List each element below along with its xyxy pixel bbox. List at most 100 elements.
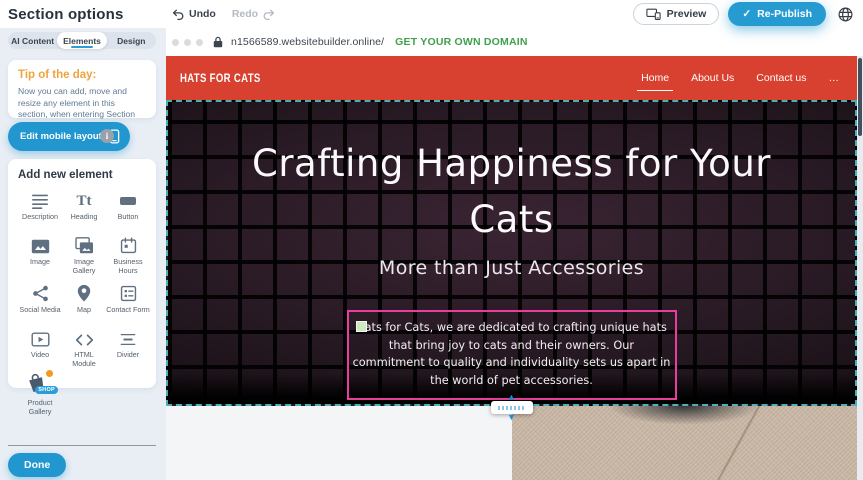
hero-heading[interactable]: Crafting Happiness for Your Cats bbox=[252, 136, 772, 247]
text-lines-icon bbox=[30, 189, 50, 209]
heading-icon: Tt bbox=[77, 189, 92, 209]
add-element-social-media[interactable]: Social Media bbox=[18, 282, 62, 320]
redo-icon bbox=[262, 8, 275, 21]
edit-mobile-label: Edit mobile layout bbox=[20, 131, 102, 142]
preview-button[interactable]: Preview bbox=[633, 3, 720, 25]
redo-button[interactable]: Redo bbox=[232, 8, 275, 21]
arrow-up-icon: ▲ bbox=[507, 394, 516, 401]
window-dot-icon bbox=[172, 39, 179, 46]
cell-label: Business Hours bbox=[106, 257, 150, 275]
nav-contact-us[interactable]: Contact us bbox=[756, 72, 806, 84]
info-icon[interactable]: i bbox=[100, 129, 114, 143]
tab-design[interactable]: Design bbox=[107, 32, 156, 49]
hero-subheading[interactable]: More than Just Accessories bbox=[379, 257, 644, 279]
add-element-html-module[interactable]: HTML Module bbox=[62, 327, 106, 368]
shop-badge: SHOP bbox=[35, 386, 58, 394]
add-element-image[interactable]: Image bbox=[18, 234, 62, 275]
page-title: Section options bbox=[8, 6, 124, 23]
site-header: HATS FOR CATS Home About Us Contact us … bbox=[166, 56, 857, 100]
carpet-photo bbox=[512, 406, 857, 480]
hero-paragraph: Hats for Cats, we are dedicated to craft… bbox=[353, 319, 671, 389]
window-dot-icon bbox=[184, 39, 191, 46]
undo-label: Undo bbox=[189, 8, 216, 20]
add-element-video[interactable]: Video bbox=[18, 327, 62, 368]
undo-icon bbox=[172, 8, 185, 21]
add-element-description[interactable]: Description bbox=[18, 189, 62, 227]
undo-redo-group: Undo Redo bbox=[172, 0, 275, 28]
add-element-map[interactable]: Map bbox=[62, 282, 106, 320]
cell-label: Map bbox=[77, 305, 91, 314]
element-drag-handle[interactable] bbox=[356, 321, 367, 332]
add-element-grid: Description Tt Heading Button Image Imag… bbox=[18, 189, 150, 416]
check-icon: ✓ bbox=[742, 8, 751, 20]
get-domain-link[interactable]: GET YOUR OWN DOMAIN bbox=[395, 36, 528, 48]
nav-about-us[interactable]: About Us bbox=[691, 72, 734, 84]
cell-label: Image Gallery bbox=[62, 257, 106, 275]
add-new-element-card: Add new element Description Tt Heading B… bbox=[8, 159, 156, 388]
cell-label: Divider bbox=[117, 350, 139, 359]
new-badge-icon bbox=[45, 369, 54, 378]
topbar-actions: Preview ✓ Re-Publish bbox=[633, 0, 855, 28]
site-nav: Home About Us Contact us … bbox=[641, 56, 839, 100]
preview-label: Preview bbox=[667, 8, 707, 20]
website-canvas: HATS FOR CATS Home About Us Contact us …… bbox=[166, 56, 857, 480]
redo-label: Redo bbox=[232, 8, 258, 20]
add-element-contact-form[interactable]: Contact Form bbox=[106, 282, 150, 320]
preview-scrollbar[interactable] bbox=[857, 56, 863, 480]
devices-icon bbox=[646, 8, 661, 20]
site-url: n1566589.websitebuilder.online/ bbox=[231, 36, 384, 48]
cell-label: Product Gallery bbox=[18, 398, 62, 416]
undo-button[interactable]: Undo bbox=[172, 8, 216, 21]
business-hours-icon bbox=[120, 234, 137, 254]
add-element-product-gallery[interactable]: SHOP Product Gallery bbox=[18, 375, 62, 416]
site-logo[interactable]: HATS FOR CATS bbox=[180, 71, 261, 85]
cell-label: HTML Module bbox=[62, 350, 106, 368]
republish-button[interactable]: ✓ Re-Publish bbox=[728, 2, 826, 26]
cell-label: Contact Form bbox=[106, 305, 150, 314]
scrollbar-thumb[interactable] bbox=[858, 58, 862, 136]
tip-title: Tip of the day: bbox=[18, 69, 146, 81]
button-icon bbox=[118, 189, 138, 209]
add-element-heading[interactable]: Tt Heading bbox=[62, 189, 106, 227]
video-icon bbox=[31, 327, 50, 347]
browser-chrome-bar: n1566589.websitebuilder.online/ GET YOUR… bbox=[166, 28, 863, 56]
map-pin-icon bbox=[77, 282, 91, 302]
section-options-sidebar: AI Content Elements Design Tip of the da… bbox=[0, 28, 166, 480]
add-element-button[interactable]: Button bbox=[106, 189, 150, 227]
editor-topbar: Section options Undo Redo Preview ✓ Re-P… bbox=[0, 0, 863, 28]
nav-home[interactable]: Home bbox=[641, 72, 669, 84]
site-preview-pane: n1566589.websitebuilder.online/ GET YOUR… bbox=[166, 28, 863, 480]
divider-icon bbox=[119, 327, 137, 347]
republish-label: Re-Publish bbox=[757, 8, 812, 20]
arrow-down-icon: ▼ bbox=[507, 414, 516, 421]
code-icon bbox=[75, 327, 94, 347]
language-globe-button[interactable] bbox=[835, 4, 855, 24]
done-button[interactable]: Done bbox=[8, 453, 66, 477]
section-resize-handle[interactable]: ▲ ▼ bbox=[490, 394, 534, 421]
add-element-title: Add new element bbox=[18, 169, 150, 181]
cell-label: Image bbox=[30, 257, 50, 266]
contact-form-icon bbox=[120, 282, 137, 302]
share-icon bbox=[32, 282, 49, 302]
cell-label: Social Media bbox=[19, 305, 60, 314]
globe-icon bbox=[837, 6, 854, 23]
nav-more-icon[interactable]: … bbox=[829, 72, 840, 84]
cell-label: Description bbox=[22, 212, 58, 221]
sidebar-divider bbox=[8, 445, 156, 446]
window-dot-icon bbox=[196, 39, 203, 46]
hero-paragraph-box[interactable]: Hats for Cats, we are dedicated to craft… bbox=[347, 310, 677, 400]
image-gallery-icon bbox=[75, 234, 94, 254]
tab-ai-content[interactable]: AI Content bbox=[8, 32, 57, 49]
image-icon bbox=[31, 234, 50, 254]
add-element-divider[interactable]: Divider bbox=[106, 327, 150, 368]
sidebar-tabs: AI Content Elements Design bbox=[8, 32, 156, 49]
add-element-business-hours[interactable]: Business Hours bbox=[106, 234, 150, 275]
app-window: Section options Undo Redo Preview ✓ Re-P… bbox=[0, 0, 863, 480]
tab-elements[interactable]: Elements bbox=[57, 32, 106, 49]
cell-label: Button bbox=[118, 212, 139, 221]
cell-label: Video bbox=[31, 350, 49, 359]
cell-label: Heading bbox=[71, 212, 98, 221]
add-element-image-gallery[interactable]: Image Gallery bbox=[62, 234, 106, 275]
lock-icon bbox=[213, 36, 223, 48]
hero-section-selected[interactable]: Crafting Happiness for Your Cats More th… bbox=[166, 100, 857, 406]
